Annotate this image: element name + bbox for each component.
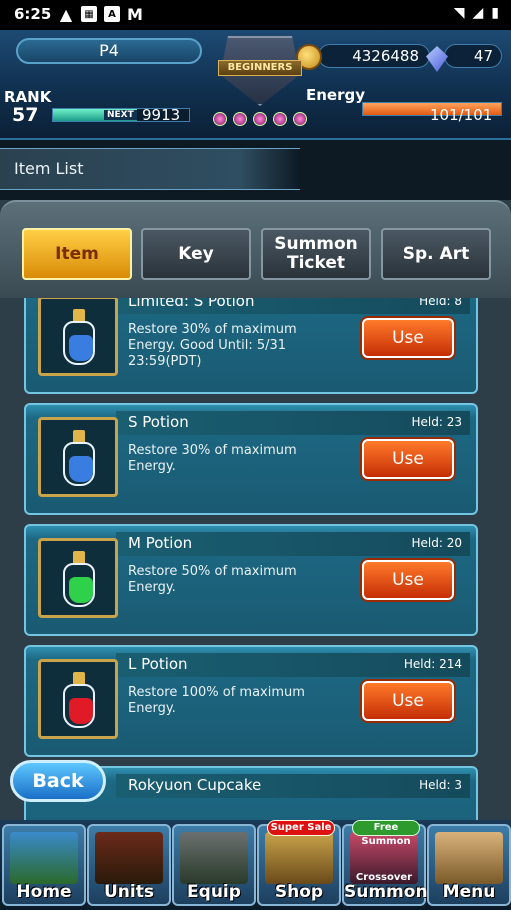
item-held-count: Held: 23 xyxy=(411,415,462,429)
a-icon: A xyxy=(104,6,120,22)
player-name[interactable]: P4 xyxy=(16,38,202,64)
tab-item[interactable]: Item xyxy=(22,228,132,280)
nav-label: Summon xyxy=(344,882,428,902)
gmail-icon: M xyxy=(127,4,143,24)
item-description: Restore 100% of maximum Energy. xyxy=(128,685,305,716)
super-sale-badge: Super Sale xyxy=(267,820,335,836)
page-title-bar: Item List xyxy=(0,148,300,190)
tab-summon-ticket[interactable]: Summon Ticket xyxy=(261,228,371,280)
nav-label: Shop xyxy=(274,882,324,902)
next-label: NEXT xyxy=(104,110,137,120)
nav-shop[interactable]: Super Sale Shop xyxy=(257,820,341,906)
potion-liquid xyxy=(69,577,93,603)
orb-icon xyxy=(273,112,287,126)
system-icons: ◥ ◢ ▮ xyxy=(454,5,499,21)
potion-icon xyxy=(38,417,118,497)
nav-summon[interactable]: Free Summon Crossover Summon xyxy=(342,820,428,906)
nav-label: Menu xyxy=(442,882,496,902)
orb-icon xyxy=(253,112,267,126)
item-description: Restore 30% of maximum Energy. xyxy=(128,443,297,474)
item-list[interactable]: Limited: S Potion Held: 8 Restore 30% of… xyxy=(24,298,478,820)
notification-icons: ▲ ▦ A M xyxy=(58,4,143,24)
energy-label: Energy xyxy=(306,86,366,104)
item-held-count: Held: 20 xyxy=(411,536,462,550)
item-name: M Potion xyxy=(128,534,193,552)
app-icon: ▦ xyxy=(81,6,97,22)
rank-value: 57 xyxy=(12,104,39,126)
clock: 6:25 xyxy=(14,5,52,23)
potion-icon xyxy=(38,538,118,618)
potion-liquid xyxy=(69,698,93,724)
emblem-orbs xyxy=(206,112,314,126)
orb-icon xyxy=(293,112,307,126)
item-card: L Potion Held: 214 Restore 100% of maxim… xyxy=(24,645,478,757)
item-held-count: Held: 214 xyxy=(403,657,462,671)
item-description: Restore 50% of maximum Energy. xyxy=(128,564,297,595)
shop-icon xyxy=(265,832,333,884)
item-list-panel: Item Key Summon Ticket Sp. Art Limited: … xyxy=(0,200,511,820)
item-held-count: Held: 8 xyxy=(419,298,462,308)
bottom-nav: Home Units Equip Super Sale Shop Free Su… xyxy=(0,820,511,910)
free-summon-badge: Free Summon xyxy=(352,820,420,847)
nav-label: Equip xyxy=(187,882,241,902)
item-name: L Potion xyxy=(128,655,188,673)
home-icon xyxy=(10,832,78,884)
item-name: Limited: S Potion xyxy=(128,298,255,310)
equip-icon xyxy=(180,832,248,884)
units-icon xyxy=(95,832,163,884)
tab-sp-art[interactable]: Sp. Art xyxy=(381,228,491,280)
potion-liquid xyxy=(69,456,93,482)
emblem-banner: BEGINNERS xyxy=(218,60,302,76)
nav-equip[interactable]: Equip xyxy=(172,824,256,906)
next-exp-value: 9913 xyxy=(142,106,181,124)
tab-key[interactable]: Key xyxy=(141,228,251,280)
tab-bar: Item Key Summon Ticket Sp. Art xyxy=(0,200,511,298)
item-card: S Potion Held: 23 Restore 30% of maximum… xyxy=(24,403,478,515)
orb-icon xyxy=(213,112,227,126)
item-held-count: Held: 3 xyxy=(419,778,462,792)
energy-value: 101/101 xyxy=(430,106,493,124)
wifi-icon: ◥ xyxy=(453,5,465,21)
potion-icon xyxy=(38,298,118,376)
item-card: Limited: S Potion Held: 8 Restore 30% of… xyxy=(24,298,478,394)
item-name: Rokyuon Cupcake xyxy=(128,776,262,794)
status-bar: 6:25 ▲ ▦ A M ◥ ◢ ▮ xyxy=(0,0,511,30)
item-card: M Potion Held: 20 Restore 50% of maximum… xyxy=(24,524,478,636)
page-title: Item List xyxy=(14,159,84,178)
use-button[interactable]: Use xyxy=(362,560,454,600)
battery-icon: ▮ xyxy=(491,5,499,21)
back-button[interactable]: Back xyxy=(10,760,106,802)
nav-label: Home xyxy=(16,882,72,902)
potion-icon xyxy=(38,659,118,739)
potion-liquid xyxy=(69,335,93,361)
item-name: S Potion xyxy=(128,413,189,431)
use-button[interactable]: Use xyxy=(362,439,454,479)
coin-count: 4326488 xyxy=(318,44,430,68)
nav-menu[interactable]: Menu xyxy=(427,824,511,906)
use-button[interactable]: Use xyxy=(362,318,454,358)
use-button[interactable]: Use xyxy=(362,681,454,721)
orb-icon xyxy=(233,112,247,126)
nav-home[interactable]: Home xyxy=(2,824,86,906)
book-icon xyxy=(435,832,503,884)
signal-icon: ◢ xyxy=(472,5,484,21)
warning-icon: ▲ xyxy=(59,4,73,24)
gem-count[interactable]: 47 xyxy=(444,44,502,68)
nav-label: Units xyxy=(104,882,154,902)
nav-units[interactable]: Units xyxy=(87,824,171,906)
item-description: Restore 30% of maximum Energy. Good Unti… xyxy=(128,322,297,369)
beginners-emblem[interactable]: BEGINNERS xyxy=(206,30,314,136)
